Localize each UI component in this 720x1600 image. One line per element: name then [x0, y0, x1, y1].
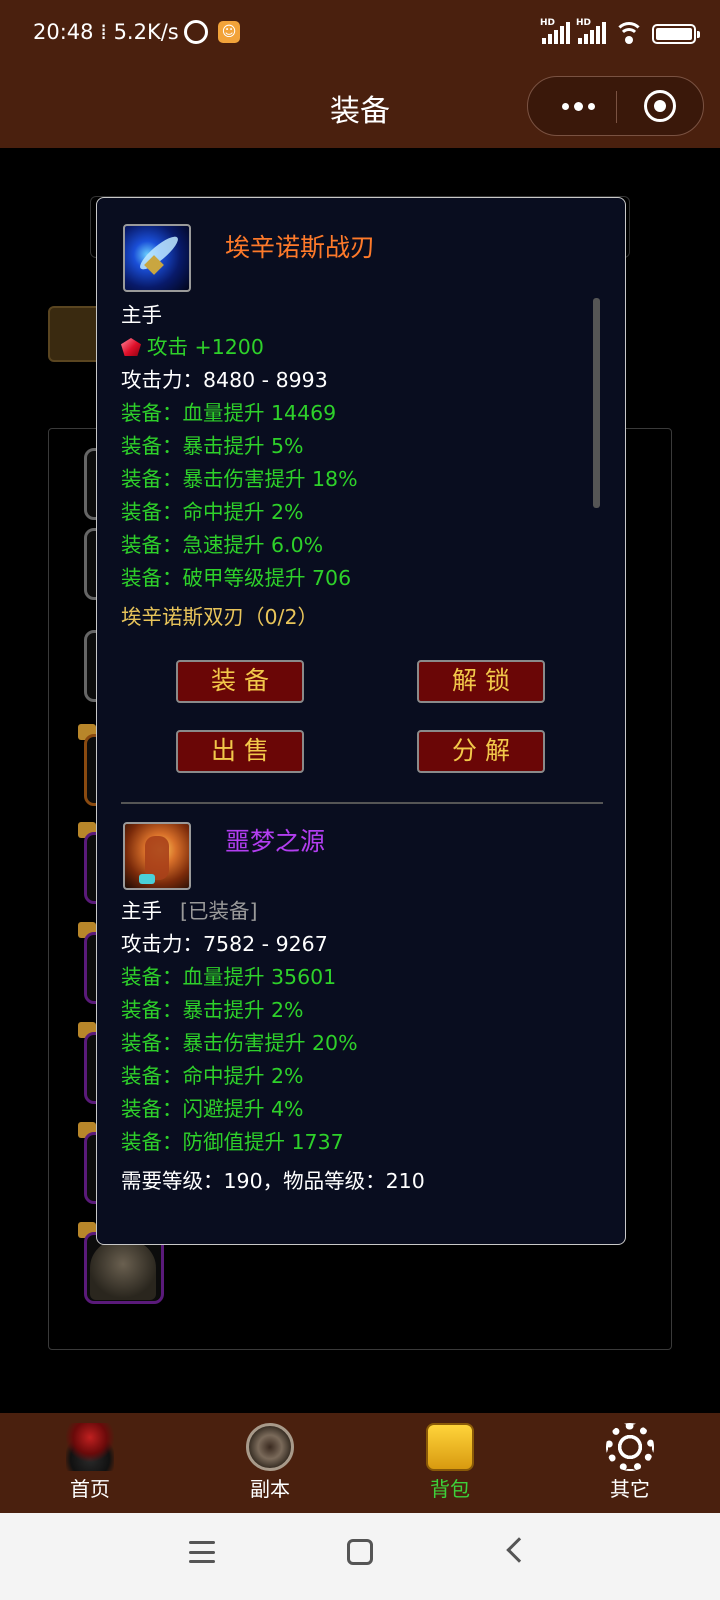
scrollbar[interactable]	[593, 298, 600, 508]
stat-line: 装备：闪避提升 4%	[121, 1097, 304, 1121]
blade-icon	[123, 224, 191, 292]
bottom-tab-bar: 首页 副本 背包 其它	[0, 1413, 720, 1513]
capsule-divider	[616, 91, 617, 123]
stat-line: 装备：暴击伤害提升 20%	[121, 1031, 358, 1055]
divider	[121, 802, 603, 804]
status-right: HD HD	[540, 18, 700, 44]
home-square-icon[interactable]	[347, 1539, 373, 1565]
signal-icon: HD	[540, 18, 570, 44]
alarm-icon	[184, 20, 208, 44]
system-nav-bar	[0, 1513, 720, 1600]
unlock-button[interactable]: 解锁	[417, 660, 545, 703]
tab-label: 副本	[250, 1477, 290, 1501]
attack-label: 攻击力：	[121, 368, 203, 392]
tab-bag[interactable]: 背包	[390, 1413, 510, 1513]
fist-weapon-icon	[123, 822, 191, 890]
app-notification-icon: ☺	[218, 21, 240, 43]
sell-button[interactable]: 出售	[176, 730, 304, 773]
attack-power: 攻击力：7582 - 9267	[121, 927, 328, 957]
more-icon[interactable]	[548, 77, 608, 135]
tab-label: 首页	[70, 1477, 110, 1501]
hd-label: HD	[540, 18, 556, 28]
status-time: 20:48 ⁞ 5.2K/s	[33, 20, 179, 44]
gear-icon	[606, 1423, 654, 1471]
back-icon[interactable]	[506, 1537, 532, 1563]
decompose-button[interactable]: 分解	[417, 730, 545, 773]
gem-stat-text: 攻击 +1200	[147, 335, 264, 359]
hd-label: HD	[576, 18, 592, 28]
slot-text: 主手	[121, 899, 162, 923]
tab-home[interactable]: 首页	[30, 1413, 150, 1513]
attack-power: 攻击力：8480 - 8993	[121, 363, 328, 393]
attack-value: 8480 - 8993	[203, 368, 328, 392]
menu-icon[interactable]	[189, 1541, 215, 1563]
item-compare-modal: 埃辛诺斯战刃 主手 攻击 +1200 攻击力：8480 - 8993 装备：血量…	[96, 197, 626, 1245]
home-icon	[66, 1423, 114, 1471]
clock-text: 20:48	[33, 20, 94, 44]
helmet-icon	[90, 1240, 156, 1300]
nav-header: 装备	[0, 66, 720, 148]
mini-program-capsule	[527, 76, 704, 136]
tab-label: 背包	[430, 1477, 470, 1501]
item-slot: 主手	[121, 303, 162, 327]
set-bonus: 埃辛诺斯双刃（0/2）	[121, 605, 318, 629]
stat-line: 装备：暴击提升 5%	[121, 434, 304, 458]
tab-dungeon[interactable]: 副本	[210, 1413, 330, 1513]
attack-label: 攻击力：	[121, 932, 203, 956]
stat-line: 装备：血量提升 35601	[121, 965, 337, 989]
stat-line: 装备：暴击伤害提升 18%	[121, 467, 358, 491]
equip-button[interactable]: 装备	[176, 660, 304, 703]
tab-other[interactable]: 其它	[570, 1413, 690, 1513]
stat-line: 装备：命中提升 2%	[121, 1064, 304, 1088]
stat-line: 装备：暴击提升 2%	[121, 998, 304, 1022]
tab-label: 其它	[610, 1477, 650, 1501]
bag-icon	[426, 1423, 474, 1471]
stat-line: 装备：血量提升 14469	[121, 401, 337, 425]
stat-line: 装备：防御值提升 1737	[121, 1130, 344, 1154]
stat-line: 装备：急速提升 6.0%	[121, 533, 324, 557]
battery-icon	[652, 24, 700, 44]
network-speed: 5.2K/s	[113, 20, 179, 44]
stat-line: 装备：命中提升 2%	[121, 500, 304, 524]
requirements: 需要等级：190，物品等级：210	[121, 1169, 425, 1193]
item-name: 噩梦之源	[225, 827, 326, 856]
equipped-tag: [已装备]	[180, 899, 258, 923]
status-bar: 20:48 ⁞ 5.2K/s ☺ HD HD	[0, 0, 720, 66]
gem-icon	[121, 338, 141, 356]
signal-icon: HD	[576, 18, 606, 44]
gem-stat: 攻击 +1200	[121, 330, 264, 360]
stat-line: 装备：破甲等级提升 706	[121, 566, 352, 590]
wifi-icon	[614, 22, 644, 44]
dungeon-icon	[246, 1423, 294, 1471]
attack-value: 7582 - 9267	[203, 932, 328, 956]
item-slot: 主手 [已装备]	[121, 894, 258, 924]
close-target-icon[interactable]	[644, 90, 676, 122]
item-name: 埃辛诺斯战刃	[225, 233, 376, 262]
